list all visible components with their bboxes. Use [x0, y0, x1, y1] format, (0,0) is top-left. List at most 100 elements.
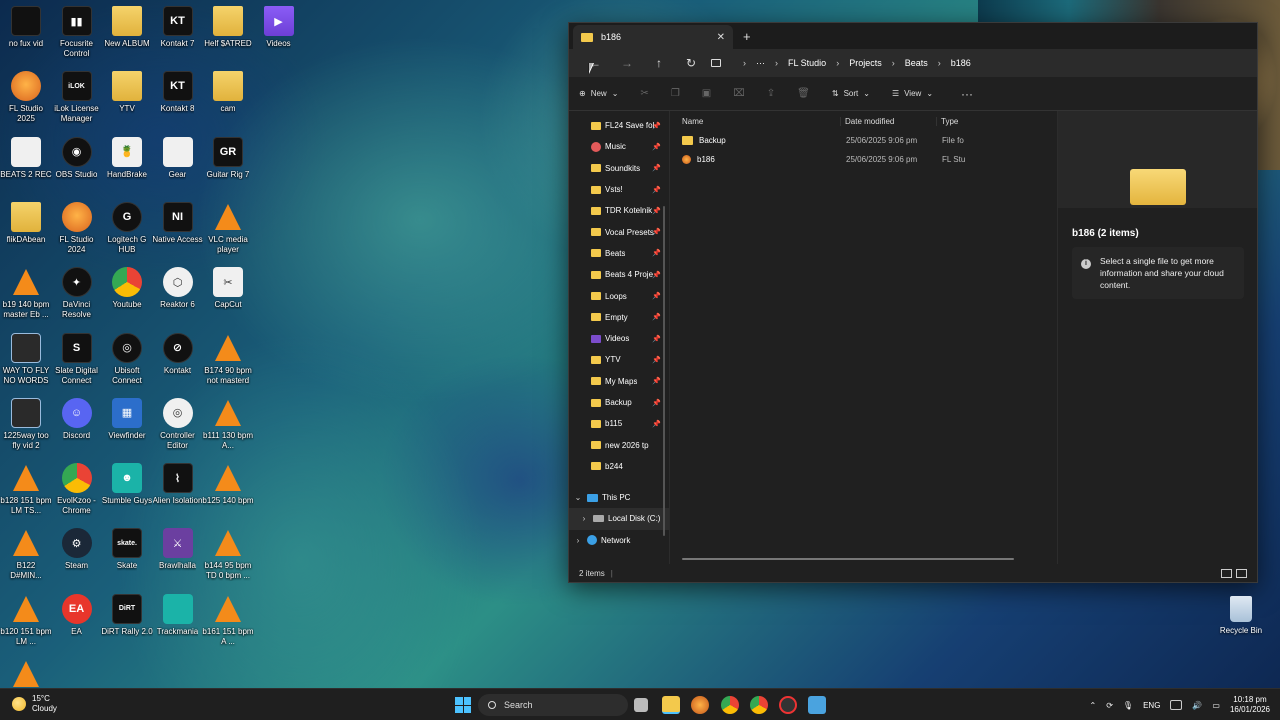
- fl-studio-taskbar-icon[interactable]: [691, 696, 709, 714]
- desktop-icon[interactable]: NI Native Access: [152, 201, 204, 245]
- forward-button[interactable]: →: [611, 56, 643, 70]
- tree-this-pc[interactable]: ⌄ This PC: [569, 487, 669, 508]
- desktop-icon[interactable]: EA EA: [51, 593, 103, 637]
- desktop-icon[interactable]: FL Studio 2025: [0, 71, 52, 124]
- desktop-icon[interactable]: ◎ Controller Editor: [152, 397, 204, 451]
- desktop-icon[interactable]: ⊘ Kontakt: [152, 332, 204, 376]
- breadcrumb[interactable]: › ··· › FL Studio › Projects › Beats › b…: [711, 58, 971, 68]
- view-button[interactable]: ☰ View ⌄: [892, 89, 933, 98]
- microphone-icon[interactable]: 🎙: [1123, 701, 1133, 710]
- desktop-icon[interactable]: b144 95 bpm TD 0 bpm ...: [202, 528, 254, 581]
- pc-icon[interactable]: [711, 59, 721, 67]
- desktop-icon[interactable]: b128 151 bpm LM TS...: [0, 463, 52, 516]
- desktop-icon[interactable]: YTV: [101, 71, 153, 114]
- desktop-icon[interactable]: G Logitech G HUB: [101, 201, 153, 255]
- desktop-icon[interactable]: no fux vid: [0, 6, 52, 49]
- tree-network[interactable]: › Network: [569, 530, 669, 551]
- nav-item[interactable]: Empty 📌: [569, 307, 669, 328]
- desktop-icon[interactable]: KT Kontakt 7: [152, 6, 204, 49]
- cut-icon[interactable]: ✂: [640, 88, 648, 99]
- copy-icon[interactable]: ❐: [671, 88, 680, 99]
- new-tab-button[interactable]: +: [743, 29, 751, 44]
- details-view-icon[interactable]: [1221, 569, 1232, 578]
- nav-item[interactable]: b244: [569, 456, 669, 477]
- sort-button[interactable]: ⇅ Sort ⌄: [832, 89, 870, 98]
- nav-item[interactable]: Vsts! 📌: [569, 179, 669, 200]
- nav-item[interactable]: Beats 📌: [569, 243, 669, 264]
- desktop-icon[interactable]: ☺ Discord: [51, 397, 103, 441]
- recorder-taskbar-icon[interactable]: [779, 696, 797, 714]
- weather-widget[interactable]: 15°C Cloudy: [12, 694, 57, 714]
- desktop-icon[interactable]: ◉ OBS Studio: [51, 136, 103, 180]
- back-button[interactable]: ←: [579, 56, 611, 70]
- more-options-icon[interactable]: ···: [961, 87, 973, 101]
- nav-item[interactable]: Loops 📌: [569, 285, 669, 306]
- desktop-icon[interactable]: KT Kontakt 8: [152, 71, 204, 114]
- desktop-icon[interactable]: ⚙ Steam: [51, 528, 103, 571]
- desktop-icon[interactable]: flikDAbean: [0, 201, 52, 245]
- column-type[interactable]: Type: [936, 116, 958, 126]
- battery-icon[interactable]: ▭: [1212, 701, 1220, 710]
- sync-icon[interactable]: ⟳: [1106, 701, 1113, 710]
- nav-item[interactable]: YTV 📌: [569, 349, 669, 370]
- desktop-icon[interactable]: cam: [202, 71, 254, 114]
- column-date[interactable]: Date modified: [840, 116, 936, 126]
- delete-icon[interactable]: 🗑: [797, 88, 810, 99]
- nav-item[interactable]: My Maps 📌: [569, 371, 669, 392]
- desktop-icon[interactable]: B122 D#MIN...: [0, 528, 52, 581]
- desktop-icon[interactable]: skate. Skate: [101, 528, 153, 571]
- desktop-icon[interactable]: b111 130 bpm A...: [202, 398, 254, 451]
- desktop-icon[interactable]: VLC media player: [202, 202, 254, 255]
- new-button[interactable]: ⊕ New ⌄: [579, 89, 618, 98]
- nav-item[interactable]: new 2026 tp: [569, 434, 669, 455]
- horizontal-scrollbar[interactable]: [682, 558, 1014, 560]
- desktop-icon[interactable]: B174 90 bpm not masterd: [202, 333, 254, 386]
- desktop-icon[interactable]: ◎ Ubisoft Connect: [101, 332, 153, 386]
- task-view-icon[interactable]: [634, 698, 648, 712]
- desktop-icon[interactable]: WAY TO FLY NO WORDS: [0, 332, 52, 386]
- taskbar-search[interactable]: Search: [478, 694, 628, 716]
- language-indicator[interactable]: ENG: [1143, 701, 1160, 710]
- desktop-icon[interactable]: Youtube: [101, 267, 153, 310]
- desktop-icon[interactable]: S Slate Digital Connect: [51, 332, 103, 386]
- file-explorer-taskbar-icon[interactable]: [662, 696, 680, 714]
- nav-item[interactable]: Backup 📌: [569, 392, 669, 413]
- nav-item[interactable]: b115 📌: [569, 413, 669, 434]
- photos-taskbar-icon[interactable]: [808, 696, 826, 714]
- nav-item[interactable]: Videos 📌: [569, 328, 669, 349]
- desktop-icon[interactable]: ☻ Stumble Guys: [101, 463, 153, 506]
- desktop-icon[interactable]: New ALBUM: [101, 6, 153, 49]
- volume-icon[interactable]: 🔊: [1192, 701, 1202, 710]
- desktop-icon[interactable]: b125 140 bpm: [202, 463, 254, 506]
- nav-item[interactable]: Soundkits 📌: [569, 158, 669, 179]
- nav-item[interactable]: Vocal Presets 📌: [569, 221, 669, 242]
- desktop-icon[interactable]: b19 140 bpm master Eb ...: [0, 267, 52, 320]
- desktop-icon[interactable]: b120 151 bpm LM ...: [0, 594, 52, 647]
- desktop-icon[interactable]: EvolKzoo - Chrome: [51, 463, 103, 516]
- desktop-icon[interactable]: Gear: [152, 136, 204, 180]
- desktop-icon[interactable]: ⬡ Reaktor 6: [152, 267, 204, 310]
- column-name[interactable]: Name: [670, 117, 840, 126]
- network-icon[interactable]: [1170, 700, 1183, 710]
- breadcrumb-beats[interactable]: Beats: [905, 58, 928, 68]
- desktop-icon[interactable]: Trackmania: [152, 593, 204, 637]
- file-explorer-window[interactable]: b186 ✕ + ← → ↑ ↻ › ··· › FL Studio › Pro…: [568, 22, 1258, 583]
- table-row[interactable]: b186 25/06/2025 9:06 pm FL Stu: [670, 150, 1057, 169]
- desktop-icon[interactable]: Helf $ATRED: [202, 6, 254, 49]
- nav-item[interactable]: FL24 Save fol 📌: [569, 115, 669, 136]
- chevron-right-icon[interactable]: ›: [575, 514, 593, 523]
- desktop-icon[interactable]: ▶ Videos: [253, 6, 305, 49]
- breadcrumb-b186[interactable]: b186: [951, 58, 971, 68]
- breadcrumb-projects[interactable]: Projects: [849, 58, 882, 68]
- rename-icon[interactable]: ⌧: [733, 88, 745, 99]
- chrome-profile-taskbar-icon[interactable]: [750, 696, 768, 714]
- desktop-icon[interactable]: ▮▮ Focusrite Control: [51, 6, 103, 59]
- desktop-icon[interactable]: ⌇ Alien Isolation: [152, 463, 204, 506]
- desktop-icon[interactable]: iLOK iLok License Manager: [51, 71, 103, 124]
- desktop-icon[interactable]: GR Guitar Rig 7: [202, 136, 254, 180]
- chrome-taskbar-icon[interactable]: [721, 696, 739, 714]
- chevron-up-icon[interactable]: ⌃: [1090, 701, 1097, 710]
- desktop-icon[interactable]: ✦ DaVinci Resolve: [51, 267, 103, 320]
- nav-item[interactable]: TDR Kotelnik 📌: [569, 200, 669, 221]
- table-row[interactable]: Backup 25/06/2025 9:06 pm File fo: [670, 131, 1057, 150]
